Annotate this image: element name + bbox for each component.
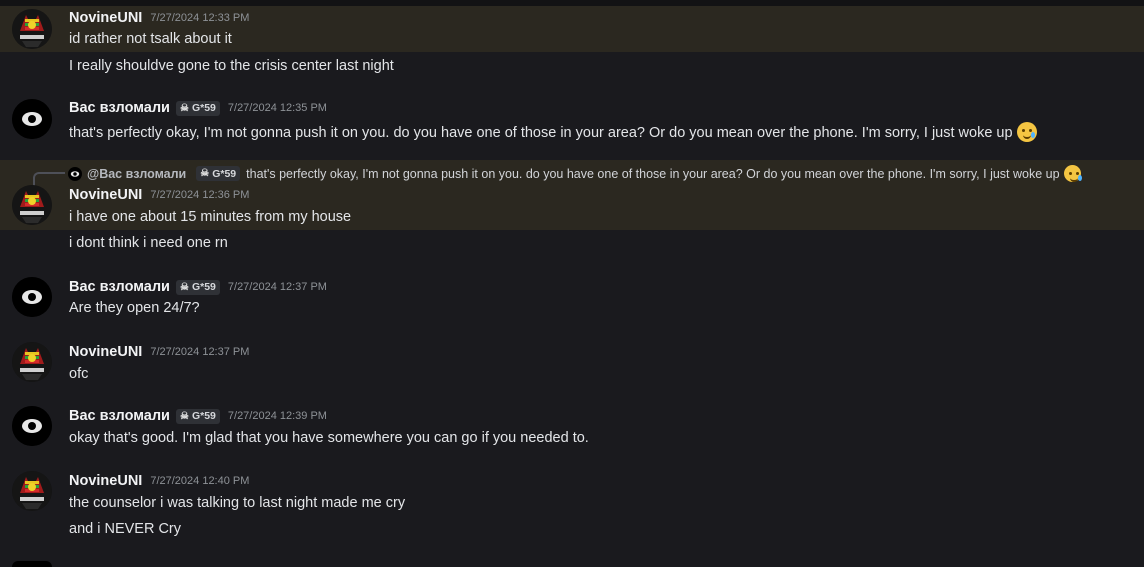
eye-icon (12, 406, 52, 446)
novine-logo-icon (12, 471, 52, 511)
avatar[interactable] (12, 99, 52, 139)
timestamp[interactable]: 7/27/2024 12:33 PM (150, 12, 249, 24)
message-group[interactable]: Вас взломали ☠ G*59 7/27/2024 12:37 PM Ar… (0, 275, 1144, 325)
message-group[interactable]: NovineUNI 7/27/2024 12:40 PM the counsel… (0, 469, 1144, 519)
avatar[interactable] (12, 561, 52, 567)
author-name[interactable]: Вас взломали (69, 279, 170, 295)
author-name[interactable]: NovineUNI (69, 187, 142, 203)
eye-icon (70, 170, 80, 177)
avatar[interactable] (12, 185, 52, 225)
message-text: Are they open 24/7? (69, 300, 200, 316)
server-tag-badge[interactable]: ☠ G*59 (175, 408, 220, 424)
crying-smile-emoji (1063, 165, 1082, 182)
message-text: i have one about 15 minutes from my hous… (69, 209, 352, 225)
timestamp[interactable]: 7/27/2024 12:35 PM (228, 102, 327, 114)
message-text: i dont think i need one rn (69, 235, 228, 251)
message-text: I really shouldve gone to the crisis cen… (69, 58, 394, 74)
avatar[interactable] (12, 406, 52, 446)
reply-preview[interactable]: @Вас взломали ☠ G*59 that's perfectly oka… (68, 165, 1082, 182)
author-name[interactable]: NovineUNI (69, 473, 142, 489)
crying-smile-emoji[interactable] (1016, 122, 1037, 142)
message-text: ofc (69, 366, 89, 382)
timestamp[interactable]: 7/27/2024 12:39 PM (228, 410, 327, 422)
avatar[interactable] (12, 342, 52, 382)
avatar[interactable] (12, 277, 52, 317)
eye-icon (12, 277, 52, 317)
timestamp[interactable]: 7/27/2024 12:40 PM (150, 475, 249, 487)
novine-logo-icon (12, 342, 52, 382)
message-group[interactable]: Вас взломали ☠ G*59 7/27/2024 12:39 PM ok… (0, 404, 1144, 454)
message-text: the counselor i was talking to last nigh… (69, 495, 406, 511)
server-tag-badge[interactable]: ☠ G*59 (175, 279, 220, 295)
message-text: id rather not tsalk about it (69, 31, 232, 47)
reply-author[interactable]: @Вас взломали (87, 167, 186, 181)
author-name[interactable]: NovineUNI (69, 344, 142, 360)
author-name[interactable]: NovineUNI (69, 10, 142, 26)
message-text: okay that's good. I'm glad that you have… (69, 430, 589, 446)
timestamp[interactable]: 7/27/2024 12:37 PM (228, 281, 327, 293)
timestamp[interactable]: 7/27/2024 12:37 PM (150, 346, 249, 358)
message-text: that's perfectly okay, I'm not gonna pus… (69, 122, 1037, 142)
message-group[interactable]: @Вас взломали ☠ G*59 that's perfectly oka… (0, 160, 1144, 230)
server-tag-badge: ☠ G*59 (196, 166, 241, 181)
eye-icon (12, 99, 52, 139)
server-tag-badge[interactable]: ☠ G*59 (175, 100, 220, 116)
skull-icon: ☠ (179, 281, 189, 293)
skull-icon: ☠ (200, 168, 210, 179)
avatar[interactable] (12, 9, 52, 49)
novine-logo-icon (12, 9, 52, 49)
message-group[interactable]: NovineUNI 7/27/2024 12:37 PM ofc (0, 340, 1144, 390)
timestamp[interactable]: 7/27/2024 12:36 PM (150, 189, 249, 201)
avatar[interactable] (12, 471, 52, 511)
message-group[interactable]: Вас взломали ☠ G*59 7/27/2024 12:35 PM th… (0, 96, 1144, 146)
skull-icon: ☠ (179, 102, 189, 114)
author-name[interactable]: Вас взломали (69, 408, 170, 424)
reply-text[interactable]: that's perfectly okay, I'm not gonna pus… (246, 167, 1059, 181)
novine-logo-icon (12, 185, 52, 225)
message-group[interactable]: NovineUNI 7/27/2024 12:33 PM id rather n… (0, 6, 1144, 52)
skull-icon: ☠ (179, 410, 189, 422)
author-name[interactable]: Вас взломали (69, 100, 170, 116)
message-text: and i NEVER Cry (69, 521, 182, 537)
reply-avatar (68, 166, 82, 181)
